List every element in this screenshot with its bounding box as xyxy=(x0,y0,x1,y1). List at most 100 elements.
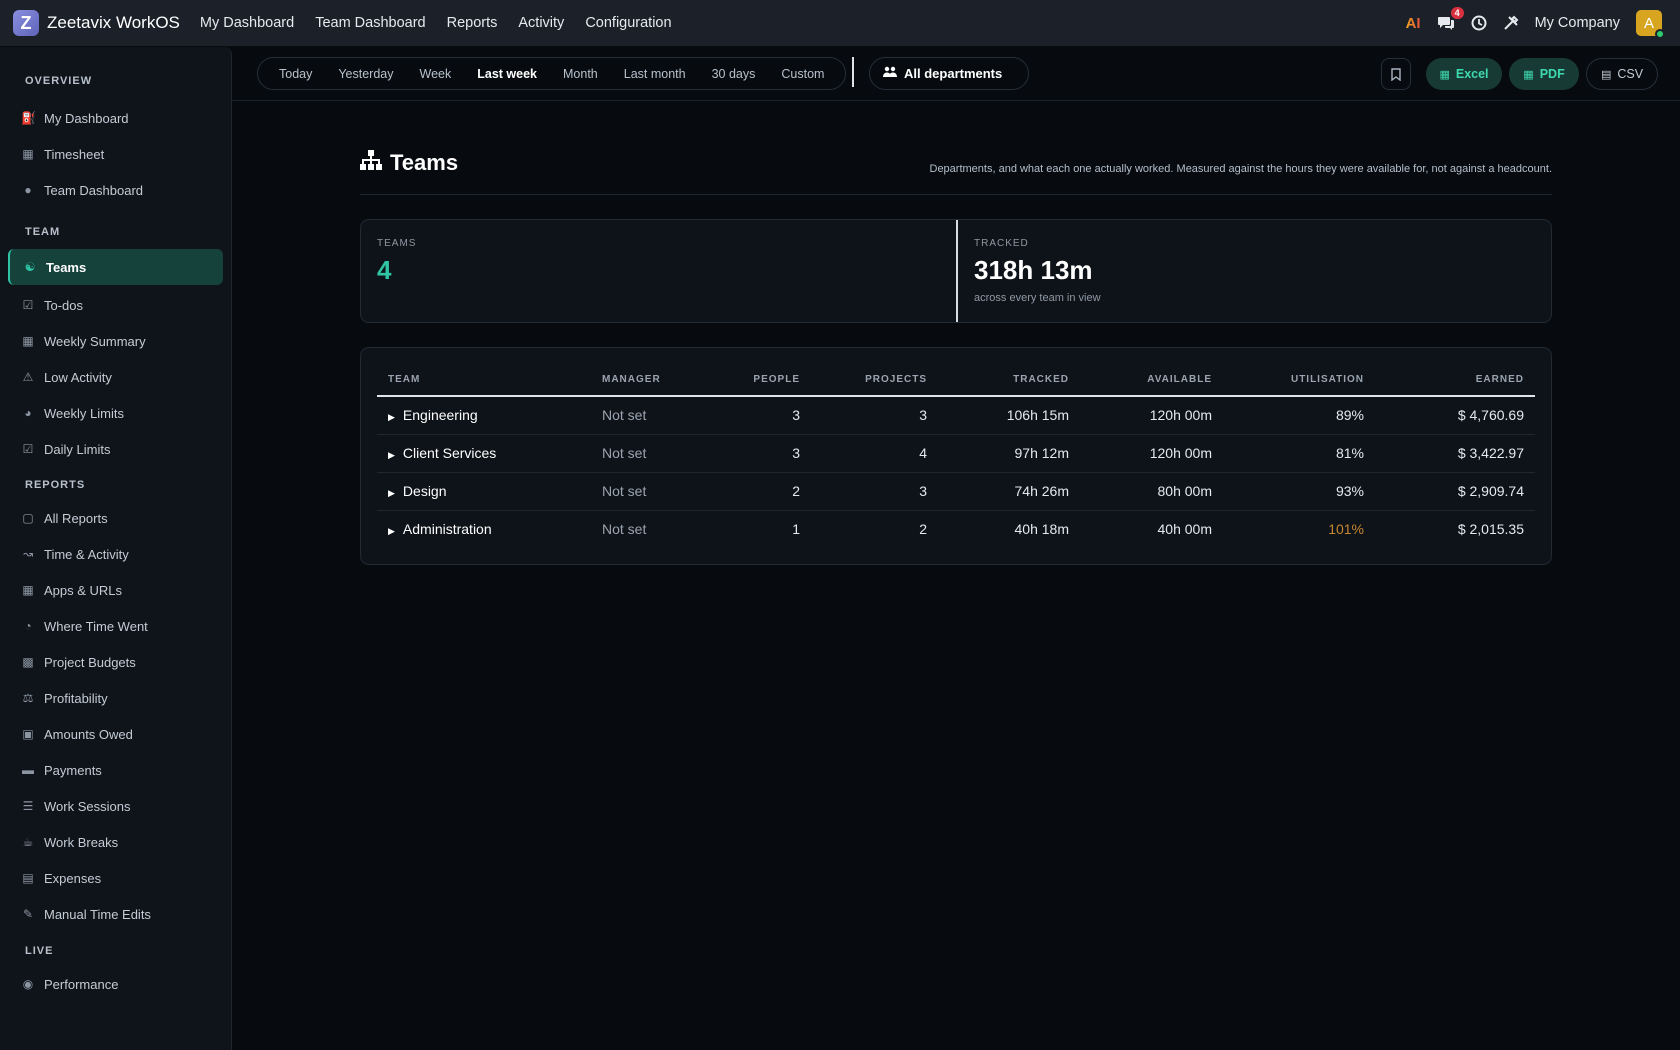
sidebar-item-teams[interactable]: ☯ Teams xyxy=(8,249,223,285)
nav-configuration[interactable]: Configuration xyxy=(585,15,671,31)
col-people[interactable]: PEOPLE xyxy=(711,364,811,397)
nav-my-dashboard[interactable]: My Dashboard xyxy=(200,15,294,31)
sidebar-item-performance[interactable]: ◉ Performance xyxy=(8,966,223,1002)
table-row[interactable]: ▶ Client Services Not set 3 4 97h 12m 120… xyxy=(377,434,1535,473)
sidebar-item-payments[interactable]: ▬ Payments xyxy=(8,752,223,788)
checkbox-icon: ☑ xyxy=(22,298,34,312)
stat-teams: TEAMS 4 xyxy=(361,220,956,322)
team-name-cell[interactable]: ▶ Engineering xyxy=(377,396,591,435)
bookmark-button[interactable] xyxy=(1381,58,1411,90)
sidebar-item-label: Teams xyxy=(46,259,87,275)
sidebar-section-overview: OVERVIEW xyxy=(25,75,93,87)
top-nav: My Dashboard Team Dashboard Reports Acti… xyxy=(200,15,693,31)
export-excel-label: Excel xyxy=(1455,67,1489,81)
sidebar-item-where-time-went[interactable]: ◔ Where Time Went xyxy=(8,608,223,644)
available-cell: 120h 00m xyxy=(1080,434,1223,473)
available-cell: 120h 00m xyxy=(1080,396,1223,435)
col-earned[interactable]: EARNED xyxy=(1375,364,1535,397)
brand[interactable]: Z Zeetavix WorkOS xyxy=(13,10,180,36)
sidebar-item-my-dashboard[interactable]: ⛽ My Dashboard xyxy=(8,100,223,136)
expand-caret-icon[interactable]: ▶ xyxy=(388,450,395,461)
tools-icon[interactable] xyxy=(1503,15,1519,31)
sidebar-item-label: Timesheet xyxy=(44,146,105,162)
bookmark-icon xyxy=(1391,67,1401,81)
col-available[interactable]: AVAILABLE xyxy=(1080,364,1223,397)
range-custom[interactable]: Custom xyxy=(768,67,837,81)
earned-cell: $ 3,422.97 xyxy=(1375,434,1535,473)
sidebar-item-manual-time-edits[interactable]: ✎ Manual Time Edits xyxy=(8,896,223,932)
earned-cell: $ 2,015.35 xyxy=(1457,521,1524,538)
people-cell: 3 xyxy=(711,396,811,435)
nav-team-dashboard[interactable]: Team Dashboard xyxy=(315,15,425,31)
sidebar-item-label: Time & Activity xyxy=(44,546,129,562)
team-name-cell[interactable]: ▶ Client Services xyxy=(377,434,591,473)
sidebar-item-amounts-owed[interactable]: ▣ Amounts Owed xyxy=(8,716,223,752)
sidebar-item-profitability[interactable]: ⚖ Profitability xyxy=(8,680,223,716)
top-bar: Z Zeetavix WorkOS My Dashboard Team Dash… xyxy=(0,0,1680,46)
sidebar-item-todos[interactable]: ☑ To-dos xyxy=(8,287,223,323)
folder-icon: ▢ xyxy=(22,511,34,525)
nav-reports[interactable]: Reports xyxy=(447,15,498,31)
sidebar-item-daily-limits[interactable]: ☑ Daily Limits xyxy=(8,431,223,467)
table-row[interactable]: ▶ Engineering Not set 3 3 106h 15m 120h 0… xyxy=(377,396,1535,435)
col-tracked[interactable]: TRACKED xyxy=(938,364,1080,397)
manager-cell: Not set xyxy=(591,434,711,473)
excel-file-icon: ▦ xyxy=(1439,68,1450,81)
tracked-cell: 106h 15m xyxy=(938,396,1080,435)
table-header-row: TEAM MANAGER PEOPLE PROJECTS TRACKED AVA… xyxy=(377,364,1535,397)
sidebar-item-low-activity[interactable]: ⚠ Low Activity xyxy=(8,359,223,395)
export-csv-button[interactable]: ▤ CSV xyxy=(1586,58,1658,90)
sidebar-item-timesheet[interactable]: ▦ Timesheet xyxy=(8,136,223,172)
sitemap-icon: ☯ xyxy=(24,260,36,274)
projects-cell: 2 xyxy=(919,521,927,538)
col-team[interactable]: TEAM xyxy=(377,364,591,397)
sidebar-item-all-reports[interactable]: ▢ All Reports xyxy=(8,500,223,536)
manager-cell: Not set xyxy=(591,472,711,511)
clock-icon[interactable] xyxy=(1471,15,1487,31)
export-excel-button[interactable]: ▦ Excel xyxy=(1426,58,1502,90)
range-today[interactable]: Today xyxy=(266,67,325,81)
ai-icon[interactable]: AI xyxy=(1406,15,1421,32)
earned-cell: $ 2,909.74 xyxy=(1375,472,1535,511)
sidebar-item-weekly-limits[interactable]: ◕ Weekly Limits xyxy=(8,395,223,431)
sidebar-item-team-dashboard[interactable]: ● Team Dashboard xyxy=(8,172,223,208)
team-name-cell[interactable]: ▶ Design xyxy=(377,472,591,511)
range-month[interactable]: Month xyxy=(550,67,611,81)
stat-tracked: TRACKED 318h 13m across every team in vi… xyxy=(956,220,1551,322)
sidebar-section-reports: REPORTS xyxy=(25,479,86,491)
sidebar-item-time-activity[interactable]: ↝ Time & Activity xyxy=(8,536,223,572)
sidebar-item-label: Work Sessions xyxy=(44,798,131,814)
range-last-week[interactable]: Last week xyxy=(464,67,550,81)
range-yesterday[interactable]: Yesterday xyxy=(325,67,406,81)
sidebar-item-project-budgets[interactable]: ▩ Project Budgets xyxy=(8,644,223,680)
chat-icon[interactable]: 4 xyxy=(1437,7,1464,31)
list-icon: ☰ xyxy=(22,799,34,813)
sidebar-item-apps-urls[interactable]: ▦ Apps & URLs xyxy=(8,572,223,608)
date-range-selector: Today Yesterday Week Last week Month Las… xyxy=(257,57,847,90)
avatar[interactable]: A xyxy=(1636,10,1665,39)
expand-caret-icon[interactable]: ▶ xyxy=(388,488,395,499)
sidebar-item-work-breaks[interactable]: ☕ Work Breaks xyxy=(8,824,223,860)
sidebar-item-weekly-summary[interactable]: ▦ Weekly Summary xyxy=(8,323,223,359)
col-manager[interactable]: MANAGER xyxy=(591,364,711,397)
expand-caret-icon[interactable]: ▶ xyxy=(388,526,395,537)
range-last-month[interactable]: Last month xyxy=(611,67,699,81)
sidebar-item-expenses[interactable]: ▤ Expenses xyxy=(8,860,223,896)
table-row[interactable]: ▶ Design Not set 2 3 74h 26m 80h 00m 93% … xyxy=(377,472,1535,511)
nav-activity[interactable]: Activity xyxy=(518,15,564,31)
summary-stats-card: TEAMS 4 TRACKED 318h 13m across every te… xyxy=(360,219,1552,323)
range-week[interactable]: Week xyxy=(407,67,465,81)
col-projects[interactable]: PROJECTS xyxy=(811,364,938,397)
online-status-dot xyxy=(1655,29,1665,39)
team-name-cell[interactable]: ▶ Administration xyxy=(377,510,591,548)
col-utilisation[interactable]: UTILISATION xyxy=(1223,364,1375,397)
department-filter[interactable]: All departments xyxy=(869,57,1029,90)
company-switcher[interactable]: My Company xyxy=(1535,15,1620,31)
table-row[interactable]: ▶ Administration Not set 1 2 40h 18m 40h … xyxy=(377,510,1535,548)
export-pdf-button[interactable]: ▦ PDF xyxy=(1509,58,1579,90)
sidebar-item-work-sessions[interactable]: ☰ Work Sessions xyxy=(8,788,223,824)
expand-caret-icon[interactable]: ▶ xyxy=(388,412,395,423)
utilisation-cell-over: 101% xyxy=(1328,521,1364,538)
range-30-days[interactable]: 30 days xyxy=(699,67,769,81)
tracked-cell: 97h 12m xyxy=(938,434,1080,473)
